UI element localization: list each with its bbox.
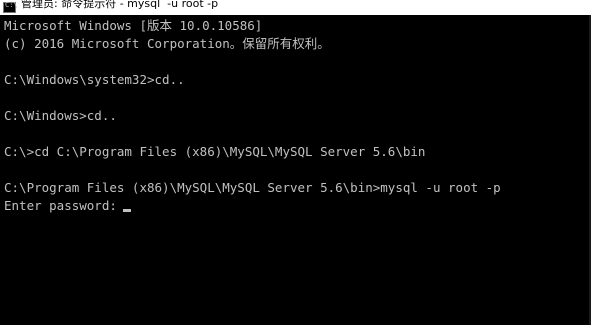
text-cursor: [122, 209, 131, 212]
password-prompt: Enter password:: [4, 198, 117, 213]
window-title: 管理员: 命令提示符 - mysql -u root -p: [21, 0, 219, 10]
cmd-icon: C:\: [3, 1, 18, 13]
console-line-mysql-command: C:\Program Files (x86)\MySQL\MySQL Serve…: [4, 180, 501, 195]
console-line-cd-system32: C:\Windows\system32>cd..: [4, 72, 185, 87]
title-bar[interactable]: C:\ 管理员: 命令提示符 - mysql -u root -p: [0, 0, 591, 15]
console-line-cd-mysql-bin: C:\>cd C:\Program Files (x86)\MySQL\MySQ…: [4, 144, 426, 159]
console-line-version: Microsoft Windows [版本 10.0.10586]: [4, 18, 263, 33]
cmd-icon-glyph: C:\: [5, 1, 18, 9]
console-line-cd-windows: C:\Windows>cd..: [4, 108, 117, 123]
command-prompt-window: C:\ 管理员: 命令提示符 - mysql -u root -p Micros…: [0, 0, 591, 325]
console-line-copyright: (c) 2016 Microsoft Corporation。保留所有权利。: [4, 36, 330, 51]
console-output[interactable]: Microsoft Windows [版本 10.0.10586] (c) 20…: [0, 15, 591, 325]
password-prompt-line[interactable]: Enter password:: [4, 197, 131, 215]
